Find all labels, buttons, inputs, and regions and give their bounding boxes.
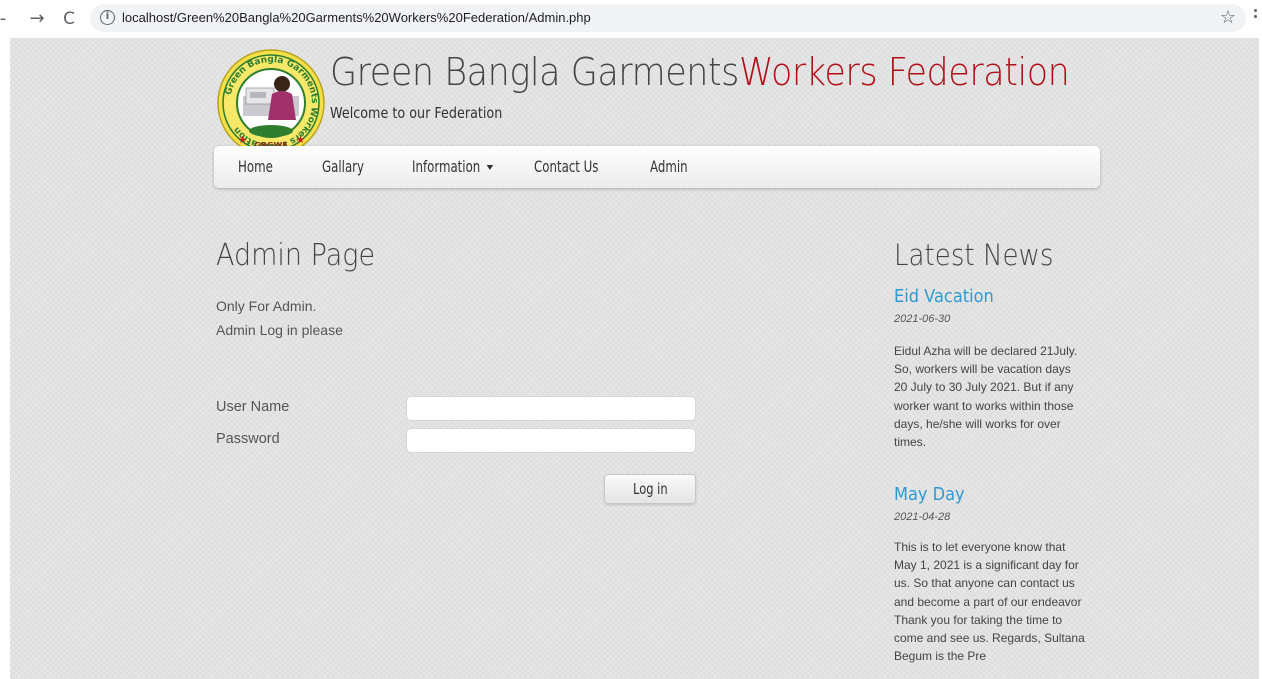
- news-date: 2021-04-28: [894, 511, 951, 523]
- login-button-label: Log in: [632, 480, 668, 498]
- nav-item-home-label: Home: [238, 157, 273, 176]
- news-title-link[interactable]: May Day: [894, 484, 965, 505]
- news-body: Eidul Azha will be declared 21July. So, …: [894, 344, 1078, 450]
- federation-logo: Green Bangla Garments Workers Federation…: [217, 49, 325, 157]
- intro-line-2: Admin Log in please: [216, 322, 343, 338]
- nav-item-home[interactable]: Home: [238, 146, 273, 188]
- page-title: Admin Page: [216, 238, 376, 273]
- browser-toolbar: - → C i localhost/Green%20Bangla%20Garme…: [0, 0, 1262, 38]
- latest-news-heading: Latest News: [894, 238, 1054, 272]
- login-button[interactable]: Log in: [604, 474, 696, 504]
- url-text[interactable]: localhost/Green%20Bangla%20Garments%20Wo…: [122, 10, 591, 25]
- site-title-main: Green Bangla Garments: [330, 50, 739, 94]
- svg-text:★: ★: [238, 135, 247, 146]
- username-input[interactable]: [406, 396, 696, 421]
- nav-item-information[interactable]: Information: [412, 146, 494, 188]
- nav-item-admin-label: Admin: [650, 157, 688, 176]
- chevron-down-icon: [486, 165, 494, 170]
- username-label: User Name: [216, 399, 290, 415]
- nav-item-contact-us[interactable]: Contact Us: [534, 146, 598, 188]
- site-title: Green Bangla GarmentsWorkers Federation: [330, 50, 1070, 94]
- site-tagline: Welcome to our Federation: [330, 104, 503, 122]
- page-body: Green Bangla Garments Workers Federation…: [10, 38, 1259, 679]
- forward-arrow-icon[interactable]: →: [26, 8, 48, 30]
- back-arrow-icon[interactable]: -: [0, 8, 14, 30]
- main-navbar: Home Gallary Information Contact Us Admi…: [214, 146, 1100, 188]
- news-date: 2021-06-30: [894, 313, 951, 325]
- bookmark-star-icon[interactable]: ☆: [1220, 7, 1236, 28]
- info-icon[interactable]: i: [100, 10, 115, 25]
- reload-icon[interactable]: C: [58, 8, 80, 30]
- nav-item-contact-us-label: Contact Us: [534, 157, 599, 176]
- password-input[interactable]: [406, 428, 696, 453]
- site-title-accent: Workers Federation: [738, 50, 1070, 94]
- news-title-link[interactable]: Eid Vacation: [894, 286, 994, 307]
- browser-menu-icon[interactable]: [1254, 9, 1258, 27]
- news-body: This is to let everyone know that May 1,…: [894, 540, 1085, 664]
- nav-item-gallary[interactable]: Gallary: [322, 146, 364, 188]
- nav-item-information-label: Information: [412, 157, 481, 176]
- svg-text:★: ★: [296, 135, 305, 146]
- intro-line-1: Only For Admin.: [216, 298, 317, 314]
- nav-item-gallary-label: Gallary: [322, 157, 365, 176]
- nav-item-admin[interactable]: Admin: [650, 146, 688, 188]
- address-bar[interactable]: i localhost/Green%20Bangla%20Garments%20…: [90, 4, 1246, 32]
- password-label: Password: [216, 431, 280, 447]
